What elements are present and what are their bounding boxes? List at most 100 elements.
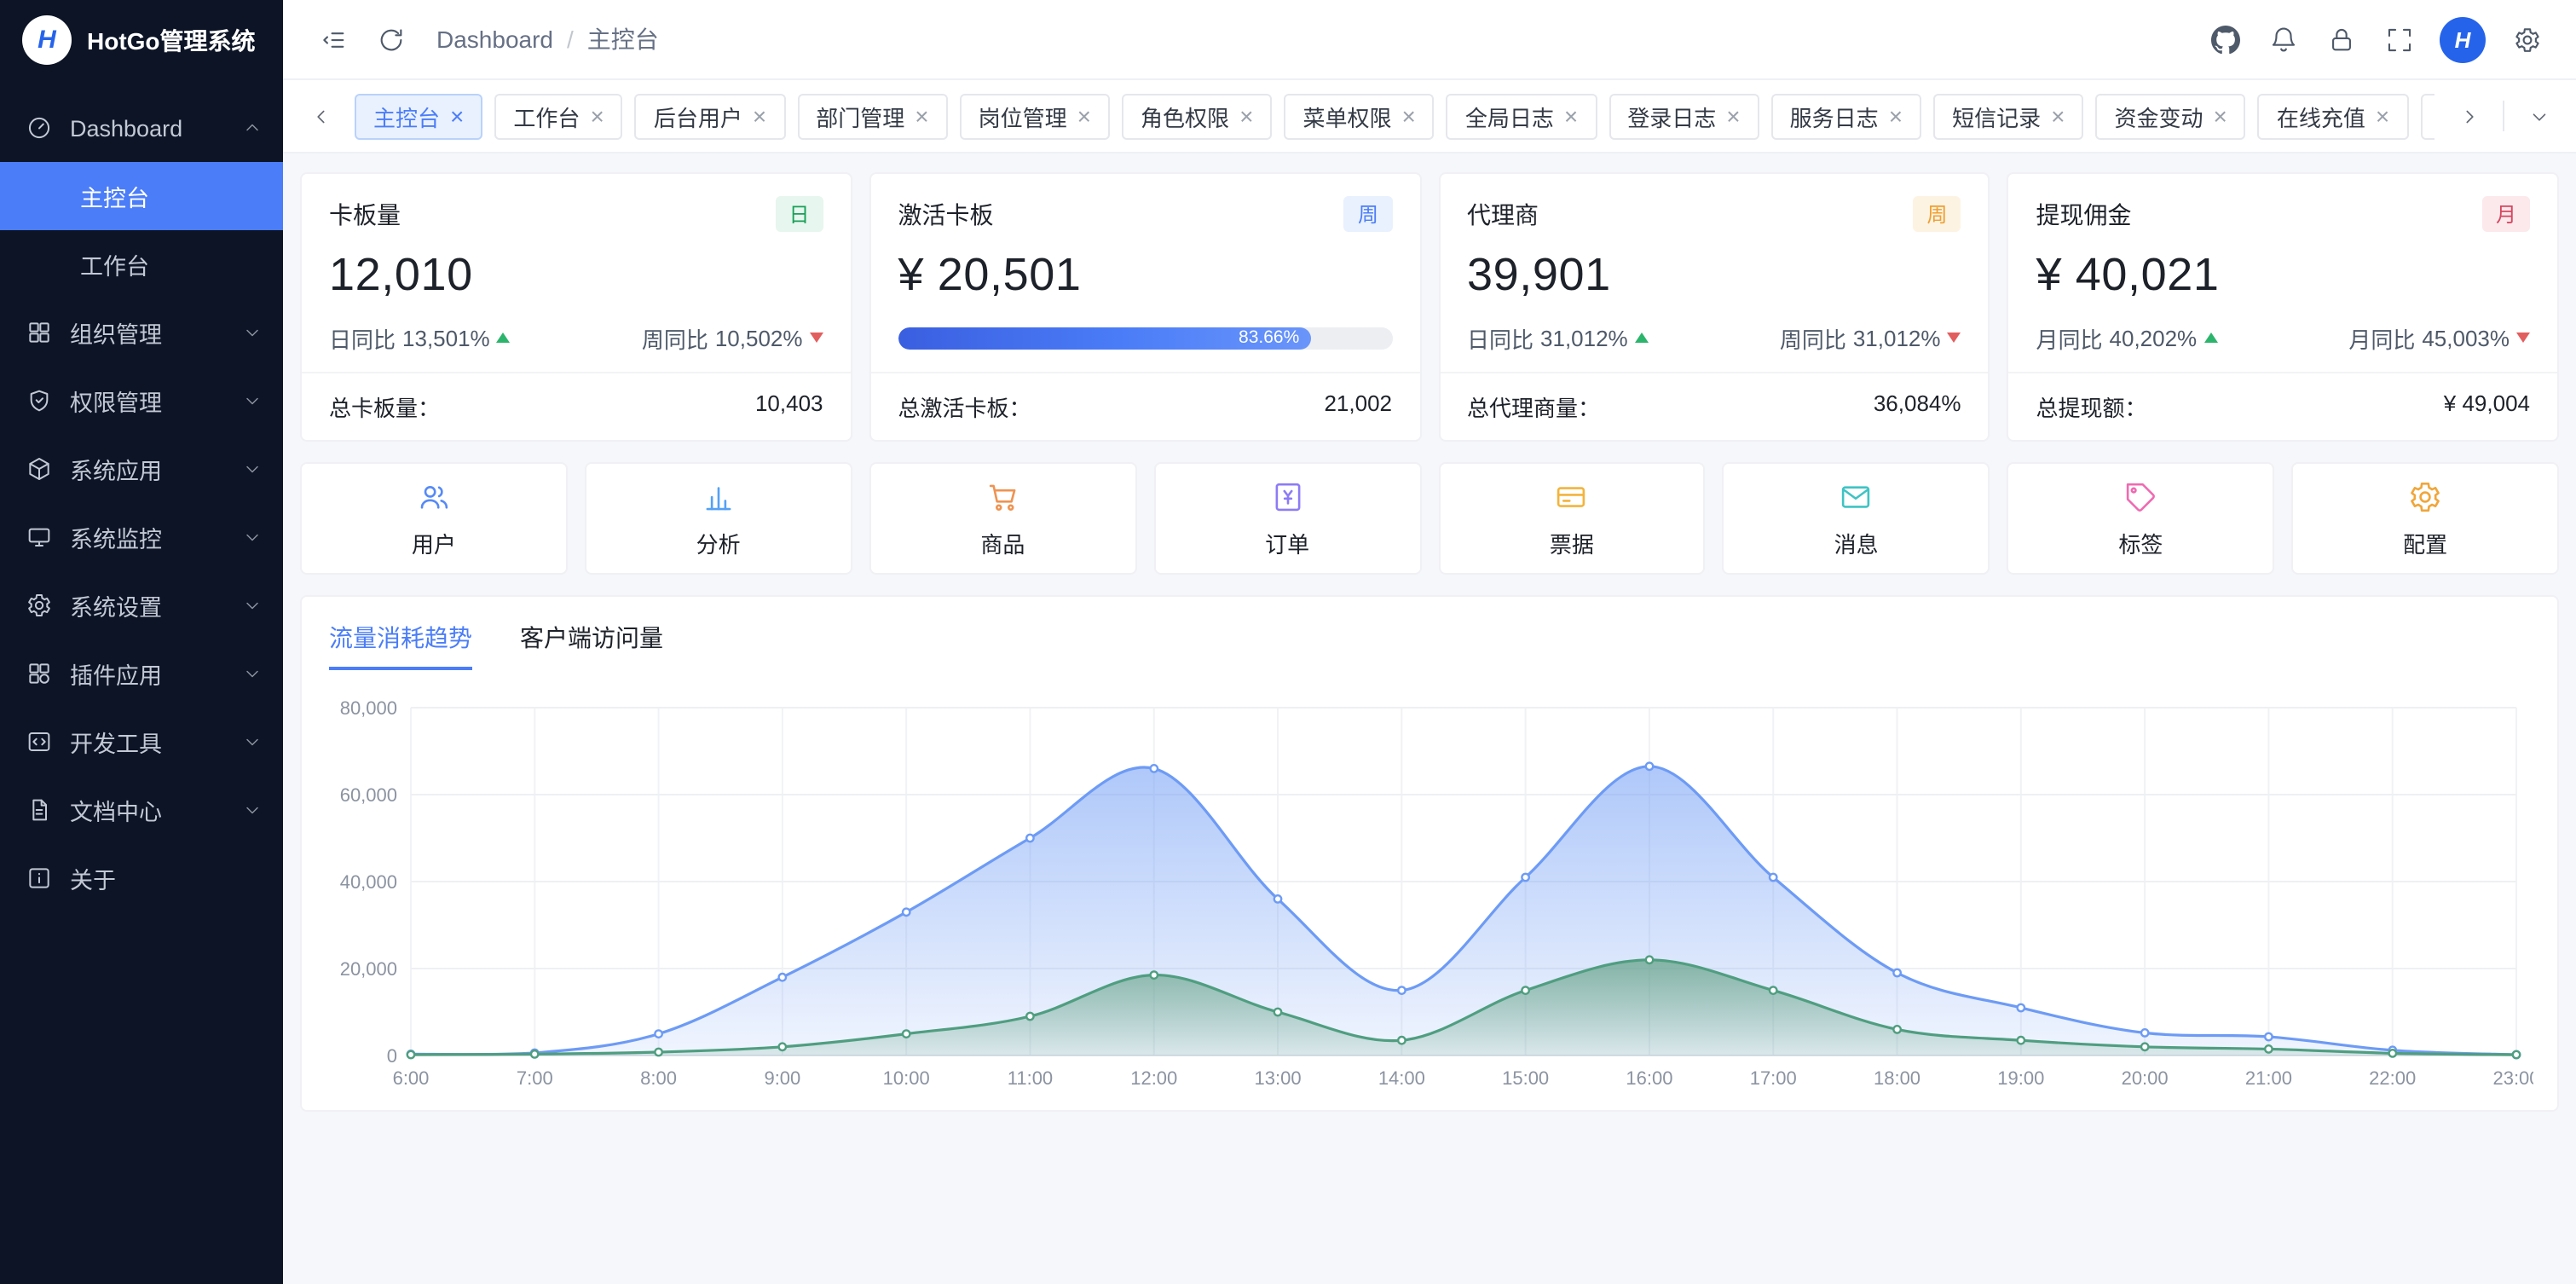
stat-card-value: 39,901 xyxy=(1467,249,1961,302)
progress-label: 83.66% xyxy=(1239,327,1299,348)
tab-client-visits[interactable]: 客户端访问量 xyxy=(520,621,663,670)
tab-close-icon[interactable] xyxy=(590,104,604,128)
shortcut-tags[interactable]: 标签 xyxy=(2007,462,2275,575)
tab-item[interactable]: 主控台 xyxy=(355,93,482,139)
svg-text:8:00: 8:00 xyxy=(640,1067,677,1089)
ticket-icon xyxy=(1554,478,1590,514)
shortcut-label: 消息 xyxy=(1834,526,1879,558)
chevron-down-icon xyxy=(242,390,263,411)
avatar[interactable]: H xyxy=(2440,16,2486,62)
tab-close-icon[interactable] xyxy=(1889,104,1903,128)
stat-foot-label: 总提现额： xyxy=(2036,390,2147,423)
sidebar-item-label: 主控台 xyxy=(80,179,263,213)
stat-card-footer: 总激活卡板： 21,002 xyxy=(871,372,1420,440)
fullscreen-icon[interactable] xyxy=(2373,14,2424,65)
tab-label: 短信记录 xyxy=(1952,100,2041,132)
tab-close-icon[interactable] xyxy=(450,104,464,128)
stat-card-title: 提现佣金 xyxy=(2036,197,2132,231)
sidebar-item-system-apps[interactable]: 系统应用 xyxy=(0,435,283,503)
svg-text:14:00: 14:00 xyxy=(1378,1067,1425,1089)
sidebar-item-organization[interactable]: 组织管理 xyxy=(0,298,283,367)
tabs-dropdown-icon[interactable] xyxy=(2518,95,2559,136)
tab-item[interactable]: 在线充值 xyxy=(2258,93,2408,139)
tab-item[interactable]: 后台用户 xyxy=(635,93,785,139)
shortcut-bills[interactable]: 票据 xyxy=(1438,462,1706,575)
shortcut-label: 订单 xyxy=(1265,526,1309,558)
shortcut-label: 标签 xyxy=(2118,526,2163,558)
github-icon[interactable] xyxy=(2199,14,2250,65)
chart-tabs: 流量消耗趋势 客户端访问量 xyxy=(329,621,2530,670)
collapse-sidebar-icon[interactable] xyxy=(307,14,358,65)
tab-close-icon[interactable] xyxy=(1239,104,1253,128)
stat-card-ratios: 月同比40,202% 月同比45,003% xyxy=(2036,324,2531,351)
tab-item[interactable]: 短信记录 xyxy=(1933,93,2083,139)
shortcut-analysis[interactable]: 分析 xyxy=(585,462,852,575)
sidebar-item-plugins[interactable]: 插件应用 xyxy=(0,639,283,708)
tabs-scroll-right-icon[interactable] xyxy=(2448,95,2489,136)
svg-text:22:00: 22:00 xyxy=(2369,1067,2416,1089)
tab-label: 岗位管理 xyxy=(979,100,1067,132)
tab-close-icon[interactable] xyxy=(2051,104,2065,128)
stat-card-commission: 提现佣金 月 ¥ 40,021 月同比40,202% 月同比45,003% 总提… xyxy=(2007,172,2560,442)
grid-icon xyxy=(26,319,53,346)
ratio-label: 日同比 xyxy=(1467,321,1533,354)
tabs-scroll-left-icon[interactable] xyxy=(300,95,341,136)
tab-item[interactable]: 登录日志 xyxy=(1609,93,1759,139)
breadcrumb-root[interactable]: Dashboard xyxy=(436,26,553,53)
tab-close-icon[interactable] xyxy=(1726,104,1740,128)
sidebar-item-devtools[interactable]: 开发工具 xyxy=(0,708,283,776)
svg-text:6:00: 6:00 xyxy=(393,1067,430,1089)
stat-card-ratios: 日同比31,012% 周同比31,012% xyxy=(1467,324,1961,351)
sidebar-item-about[interactable]: 关于 xyxy=(0,844,283,912)
lock-icon[interactable] xyxy=(2315,14,2366,65)
tab-item[interactable]: 服务日志 xyxy=(1771,93,1921,139)
tab-item[interactable]: 岗位管理 xyxy=(960,93,1110,139)
apps-icon xyxy=(26,660,53,687)
tab-close-icon[interactable] xyxy=(753,104,766,128)
tab-label: 部门管理 xyxy=(816,100,904,132)
tab-close-icon[interactable] xyxy=(1564,104,1578,128)
tabbar-divider xyxy=(2503,101,2504,131)
stat-card-badge: 周 xyxy=(1344,196,1392,232)
shortcut-goods[interactable]: 商品 xyxy=(869,462,1137,575)
tab-label: 全局日志 xyxy=(1465,100,1554,132)
sidebar-item-monitoring[interactable]: 系统监控 xyxy=(0,503,283,571)
settings-icon[interactable] xyxy=(2501,14,2552,65)
trend-up-icon xyxy=(2203,333,2217,343)
app-logo: H xyxy=(22,15,72,65)
tab-close-icon[interactable] xyxy=(915,104,928,128)
tab-item[interactable]: 角色权限 xyxy=(1122,93,1272,139)
main-column: Dashboard / 主控台 H 主控台 工作台 后台用户 部门管理 岗位管理… xyxy=(283,0,2576,1284)
sidebar-item-permissions[interactable]: 权限管理 xyxy=(0,367,283,435)
tab-close-icon[interactable] xyxy=(2214,104,2227,128)
tab-close-icon[interactable] xyxy=(1077,104,1091,128)
sidebar-item-console[interactable]: 主控台 xyxy=(0,162,283,230)
svg-text:0: 0 xyxy=(387,1045,397,1067)
tab-item[interactable]: 全局日志 xyxy=(1447,93,1597,139)
tab-label: 菜单权限 xyxy=(1302,100,1391,132)
tab-item[interactable]: 资金变动 xyxy=(2095,93,2245,139)
tab-item[interactable]: 工作台 xyxy=(494,93,622,139)
breadcrumb-current[interactable]: 主控台 xyxy=(587,22,659,56)
ratio-value: 31,012% xyxy=(1853,325,1941,350)
tab-close-icon[interactable] xyxy=(2376,104,2389,128)
shortcut-orders[interactable]: 订单 xyxy=(1153,462,1421,575)
tab-close-icon[interactable] xyxy=(1401,104,1415,128)
shortcut-config[interactable]: 配置 xyxy=(2291,462,2559,575)
tab-item[interactable]: 菜单权限 xyxy=(1284,93,1434,139)
tab-traffic-trend[interactable]: 流量消耗趋势 xyxy=(329,621,472,670)
refresh-icon[interactable] xyxy=(365,14,416,65)
bell-icon[interactable] xyxy=(2257,14,2308,65)
svg-text:60,000: 60,000 xyxy=(340,784,397,806)
shortcut-label: 用户 xyxy=(412,526,456,558)
sidebar-item-workbench[interactable]: 工作台 xyxy=(0,230,283,298)
tab-item[interactable]: 提现管理 xyxy=(2420,93,2434,139)
shortcut-messages[interactable]: 消息 xyxy=(1723,462,1990,575)
traffic-chart-card: 流量消耗趋势 客户端访问量 020,00040,00060,00080,0006… xyxy=(300,595,2559,1112)
bar-chart-icon xyxy=(701,478,736,514)
sidebar-item-dashboard[interactable]: Dashboard xyxy=(0,94,283,162)
shortcut-users[interactable]: 用户 xyxy=(300,462,568,575)
tab-item[interactable]: 部门管理 xyxy=(797,93,947,139)
sidebar-item-docs[interactable]: 文档中心 xyxy=(0,776,283,844)
sidebar-item-settings[interactable]: 系统设置 xyxy=(0,571,283,639)
